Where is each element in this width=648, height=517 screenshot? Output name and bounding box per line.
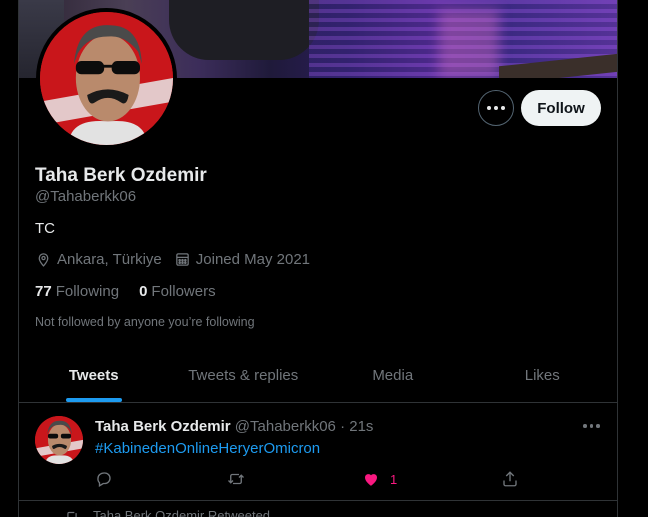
heart-filled-icon bbox=[365, 474, 377, 486]
more-options-button[interactable] bbox=[478, 90, 514, 126]
reply-button[interactable] bbox=[95, 470, 113, 488]
like-count: 1 bbox=[390, 471, 398, 487]
joined-item: Joined May 2021 bbox=[174, 251, 310, 268]
following-label: Following bbox=[55, 283, 120, 300]
tweet-actions: 1 bbox=[95, 470, 525, 490]
follow-button[interactable]: Follow bbox=[521, 90, 601, 126]
retweeted-text: Taha Berk Ozdemir Retweeted bbox=[93, 508, 271, 517]
location-pin-icon bbox=[38, 253, 49, 267]
tweet-author-name[interactable]: Taha Berk Ozdemir bbox=[95, 418, 231, 435]
profile-tabs: Tweets Tweets & replies Media Likes bbox=[19, 349, 617, 403]
tweet-header: Taha Berk Ozdemir @Tahaberkk06 · 21s bbox=[95, 418, 373, 435]
followers-label: Followers bbox=[151, 283, 216, 300]
like-button[interactable]: 1 bbox=[362, 470, 397, 488]
calendar-icon bbox=[175, 253, 189, 266]
profile-avatar[interactable] bbox=[36, 8, 177, 149]
share-button[interactable] bbox=[501, 470, 519, 488]
more-horizontal-icon bbox=[487, 106, 505, 110]
tab-tweets-and-replies[interactable]: Tweets & replies bbox=[169, 349, 319, 402]
tab-tweets[interactable]: Tweets bbox=[19, 349, 169, 402]
location-item: Ankara, Türkiye bbox=[35, 251, 162, 268]
share-icon bbox=[503, 471, 517, 487]
retweet-icon bbox=[228, 473, 244, 485]
profile-column: Follow Taha Berk Ozdemir @Tahaberkk06 TC… bbox=[18, 0, 618, 517]
followers-count: 0 bbox=[139, 283, 148, 300]
tweet-author-avatar[interactable] bbox=[35, 416, 83, 464]
profile-stats: 77 Following 0 Followers bbox=[35, 283, 216, 300]
tweet-hashtag-link[interactable]: #KabinedenOnlineHeryerOmicron bbox=[95, 440, 320, 457]
reply-icon bbox=[97, 472, 111, 487]
tweet-more-icon[interactable] bbox=[583, 418, 600, 434]
following-link[interactable]: 77 Following bbox=[35, 283, 119, 300]
tab-media[interactable]: Media bbox=[318, 349, 468, 402]
not-followed-notice: Not followed by anyone you’re following bbox=[35, 315, 255, 329]
following-count: 77 bbox=[35, 283, 52, 300]
joined-text: Joined May 2021 bbox=[195, 251, 311, 268]
retweet-small-icon bbox=[67, 511, 77, 517]
tab-likes[interactable]: Likes bbox=[468, 349, 618, 402]
retweet-button[interactable] bbox=[227, 470, 245, 488]
profile-bio: TC bbox=[35, 220, 55, 237]
tweet-author-meta: @Tahaberkk06 · 21s bbox=[234, 418, 374, 435]
retweeted-indicator: Taha Berk Ozdemir Retweeted bbox=[65, 508, 270, 517]
followers-link[interactable]: 0 Followers bbox=[139, 283, 216, 300]
profile-meta: Ankara, Türkiye Joined May 2021 bbox=[35, 251, 310, 268]
profile-name: Taha Berk Ozdemir bbox=[35, 165, 207, 186]
tweet-item[interactable]: Taha Berk Ozdemir @Tahaberkk06 · 21s #Ka… bbox=[19, 404, 617, 501]
profile-handle: @Tahaberkk06 bbox=[35, 188, 137, 205]
location-text: Ankara, Türkiye bbox=[57, 251, 162, 268]
